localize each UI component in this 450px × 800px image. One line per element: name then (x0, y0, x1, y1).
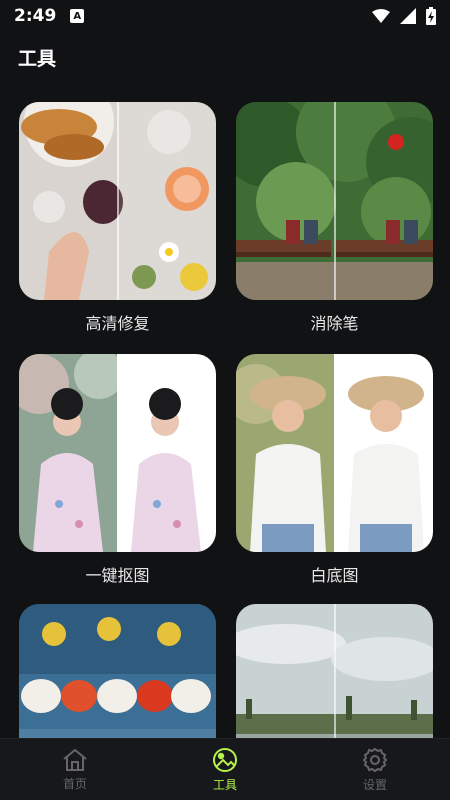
status-time: 2:49 (14, 6, 57, 26)
tool-card-hd-restore[interactable]: 高清修复 (19, 102, 216, 334)
signal-icon (400, 8, 416, 24)
nav-settings-label: 设置 (362, 777, 387, 792)
tool-grid: 高清修复 消除笔 一键抠图 白底图 (0, 102, 450, 738)
tool-label: 消除笔 (310, 314, 359, 333)
status-indicators (372, 7, 436, 25)
tool-card-cutout[interactable]: 一键抠图 (19, 354, 216, 586)
tool-card-5[interactable] (19, 604, 216, 738)
notification-icon: A (70, 9, 85, 23)
status-bar: 2:49 A (0, 0, 450, 32)
photo-hanfu-woman (19, 354, 216, 552)
page-title: 工具 (18, 48, 57, 70)
tool-thumbnail (236, 354, 433, 552)
nav-tools[interactable]: 工具 (150, 739, 300, 800)
wifi-icon (372, 9, 390, 23)
tool-thumbnail (236, 604, 433, 738)
tool-thumbnail (19, 102, 216, 300)
nav-settings[interactable]: 设置 (300, 739, 450, 800)
tool-thumbnail (19, 354, 216, 552)
home-icon (63, 748, 87, 771)
battery-icon (426, 7, 436, 25)
tool-thumbnail (236, 102, 433, 300)
image-tool-icon (213, 747, 237, 772)
photo-lanterns-building (19, 604, 216, 738)
tool-label: 白底图 (310, 566, 359, 585)
tool-card-eraser[interactable]: 消除笔 (236, 102, 433, 334)
tool-card-white-bg[interactable]: 白底图 (236, 354, 433, 586)
nav-tools-label: 工具 (212, 777, 237, 792)
tool-label: 一键抠图 (85, 566, 150, 585)
bottom-nav: 首页 工具 设置 (0, 738, 450, 800)
tool-card-6[interactable] (236, 604, 433, 738)
nav-home-label: 首页 (62, 776, 87, 791)
tool-thumbnail (19, 604, 216, 738)
nav-home[interactable]: 首页 (0, 739, 150, 800)
gear-icon (362, 747, 388, 772)
tool-label: 高清修复 (85, 314, 150, 333)
